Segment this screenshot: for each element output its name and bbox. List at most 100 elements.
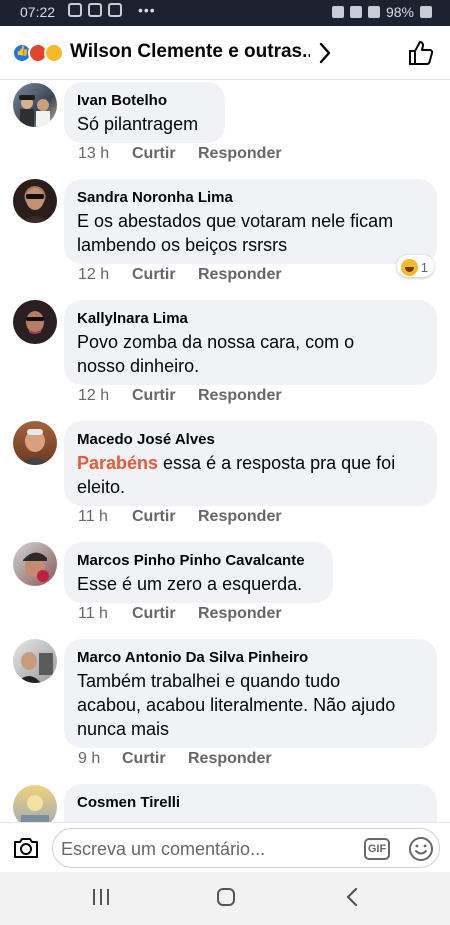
- comment-list: Ivan Botelho Só pilantragem 13 h Curtir …: [0, 80, 450, 822]
- notification-icon: [68, 3, 82, 17]
- comment-bubble[interactable]: Kallylnara Lima Povo zomba da nossa cara…: [64, 300, 437, 385]
- battery-level: 98%: [385, 4, 414, 20]
- avatar[interactable]: [13, 300, 57, 344]
- like-button[interactable]: Curtir: [132, 387, 198, 405]
- comment-text: Parabéns essa é a resposta pra que foi e…: [77, 451, 424, 499]
- avatar[interactable]: [13, 421, 57, 465]
- reaction-summary[interactable]: [12, 43, 68, 63]
- comment-bubble[interactable]: Cosmen Tirelli: [64, 784, 437, 822]
- comment-bubble[interactable]: Marcos Pinho Pinho Cavalcante Esse é um …: [64, 542, 333, 603]
- comment-line: Também trabalhei e quando tudo: [77, 671, 341, 691]
- comment-text: Povo zomba da nossa cara, com o nosso di…: [77, 330, 424, 378]
- avatar-photo: [23, 552, 49, 582]
- system-navigation-bar: [0, 872, 450, 925]
- system-icons: 98%: [331, 4, 432, 20]
- comment-line: nosso dinheiro.: [77, 356, 200, 376]
- signal-icon: [367, 6, 380, 18]
- reply-button[interactable]: Responder: [198, 266, 282, 284]
- comment-actions: 11 h Curtir Responder: [78, 508, 282, 526]
- avatar-photo: [26, 311, 44, 334]
- comment-actions: 9 h Curtir Responder: [78, 750, 272, 768]
- like-button[interactable]: Curtir: [132, 605, 198, 623]
- comment-author[interactable]: Cosmen Tirelli: [77, 793, 424, 812]
- like-button[interactable]: Curtir: [122, 750, 188, 768]
- reaction-count: 1: [420, 259, 428, 275]
- reply-button[interactable]: Responder: [198, 145, 282, 163]
- comment-actions: 11 h Curtir Responder: [78, 605, 282, 623]
- reply-button[interactable]: Responder: [188, 750, 272, 768]
- comment-line: Parabéns essa é a resposta pra que foi: [77, 451, 424, 475]
- comment-line: E os abestados que votaram nele ficam: [77, 211, 394, 231]
- comment-line-text: essa é a resposta pra que foi: [158, 453, 396, 473]
- comments-header: Wilson Clemente e outras...: [0, 26, 450, 80]
- comment-time[interactable]: 13 h: [78, 145, 132, 163]
- comment-line: lambendo os beiços rsrsrs: [77, 235, 288, 255]
- avatar[interactable]: [13, 785, 57, 822]
- battery-icon: [420, 6, 432, 18]
- avatar-photo: [17, 652, 53, 683]
- comment-bubble[interactable]: Macedo José Alves Parabéns essa é a resp…: [64, 421, 437, 506]
- comment-bubble[interactable]: Ivan Botelho Só pilantragem: [64, 82, 225, 143]
- comment-time[interactable]: 11 h: [78, 605, 132, 623]
- comment-author[interactable]: Marco Antonio Da Silva Pinheiro: [77, 648, 424, 667]
- comment-time[interactable]: 9 h: [78, 750, 122, 768]
- comment-input-box[interactable]: GIF: [52, 828, 440, 868]
- wifi-icon: [349, 6, 362, 18]
- thumbs-up-icon[interactable]: [406, 38, 436, 68]
- comment-author[interactable]: Marcos Pinho Pinho Cavalcante: [77, 551, 320, 570]
- comment-input[interactable]: [61, 835, 351, 863]
- comment-author[interactable]: Ivan Botelho: [77, 91, 212, 110]
- wow-reaction-icon: [44, 43, 64, 63]
- mute-icon: [331, 6, 344, 18]
- avatar-photo: [19, 95, 50, 127]
- comment-bubble[interactable]: Sandra Noronha Lima E os abestados que v…: [64, 179, 437, 264]
- more-notifications-icon: •••: [138, 2, 156, 18]
- comment-actions: 13 h Curtir Responder: [78, 145, 282, 163]
- comment-author[interactable]: Sandra Noronha Lima: [77, 188, 424, 207]
- like-button[interactable]: Curtir: [132, 145, 198, 163]
- avatar[interactable]: [13, 83, 57, 127]
- comment-actions: 12 h Curtir Responder: [78, 266, 282, 284]
- haha-reaction-icon: [400, 258, 418, 276]
- reply-button[interactable]: Responder: [198, 387, 282, 405]
- gif-button[interactable]: GIF: [364, 838, 390, 860]
- comment-line: Esse é um zero a esquerda.: [77, 574, 303, 594]
- comment-time[interactable]: 12 h: [78, 266, 132, 284]
- comment-text: Esse é um zero a esquerda.: [77, 572, 320, 596]
- comment-time[interactable]: 12 h: [78, 387, 132, 405]
- like-button[interactable]: Curtir: [132, 266, 198, 284]
- recent-apps-icon[interactable]: [91, 886, 111, 908]
- back-icon[interactable]: [344, 886, 360, 908]
- avatar-photo: [21, 188, 49, 223]
- notification-icon: [88, 3, 102, 17]
- camera-icon[interactable]: [12, 835, 40, 861]
- comment-line: Só pilantragem: [77, 114, 199, 134]
- comment-text: Também trabalhei e quando tudo acabou, a…: [77, 669, 424, 741]
- avatar-photo: [19, 429, 51, 465]
- home-icon[interactable]: [215, 886, 237, 908]
- comment-author[interactable]: Macedo José Alves: [77, 430, 424, 449]
- reply-button[interactable]: Responder: [198, 605, 282, 623]
- reactors-title[interactable]: Wilson Clemente e outras...: [70, 41, 310, 63]
- comment-actions: 12 h Curtir Responder: [78, 387, 282, 405]
- avatar-photo: [21, 795, 49, 822]
- like-button[interactable]: Curtir: [132, 508, 198, 526]
- comment-text: E os abestados que votaram nele ficam la…: [77, 209, 424, 257]
- comment-time[interactable]: 11 h: [78, 508, 132, 526]
- avatar[interactable]: [13, 639, 57, 683]
- mention-link[interactable]: Parabéns: [77, 453, 158, 473]
- comment-composer: GIF: [0, 822, 450, 872]
- comment-line: nunca mais: [77, 719, 170, 739]
- comment-bubble[interactable]: Marco Antonio Da Silva Pinheiro Também t…: [64, 639, 437, 748]
- comment-line: acabou, acabou literalmente. Não ajudo: [77, 695, 396, 715]
- comment-reaction-count[interactable]: 1: [396, 255, 434, 277]
- comment-text: Só pilantragem: [77, 112, 212, 136]
- avatar[interactable]: [13, 179, 57, 223]
- avatar[interactable]: [13, 542, 57, 586]
- reply-button[interactable]: Responder: [198, 508, 282, 526]
- emoji-icon[interactable]: [408, 836, 434, 862]
- comment-author[interactable]: Kallylnara Lima: [77, 309, 424, 328]
- chevron-right-icon[interactable]: [318, 42, 332, 64]
- comment-line: Povo zomba da nossa cara, com o: [77, 332, 355, 352]
- comment-line: eleito.: [77, 477, 126, 497]
